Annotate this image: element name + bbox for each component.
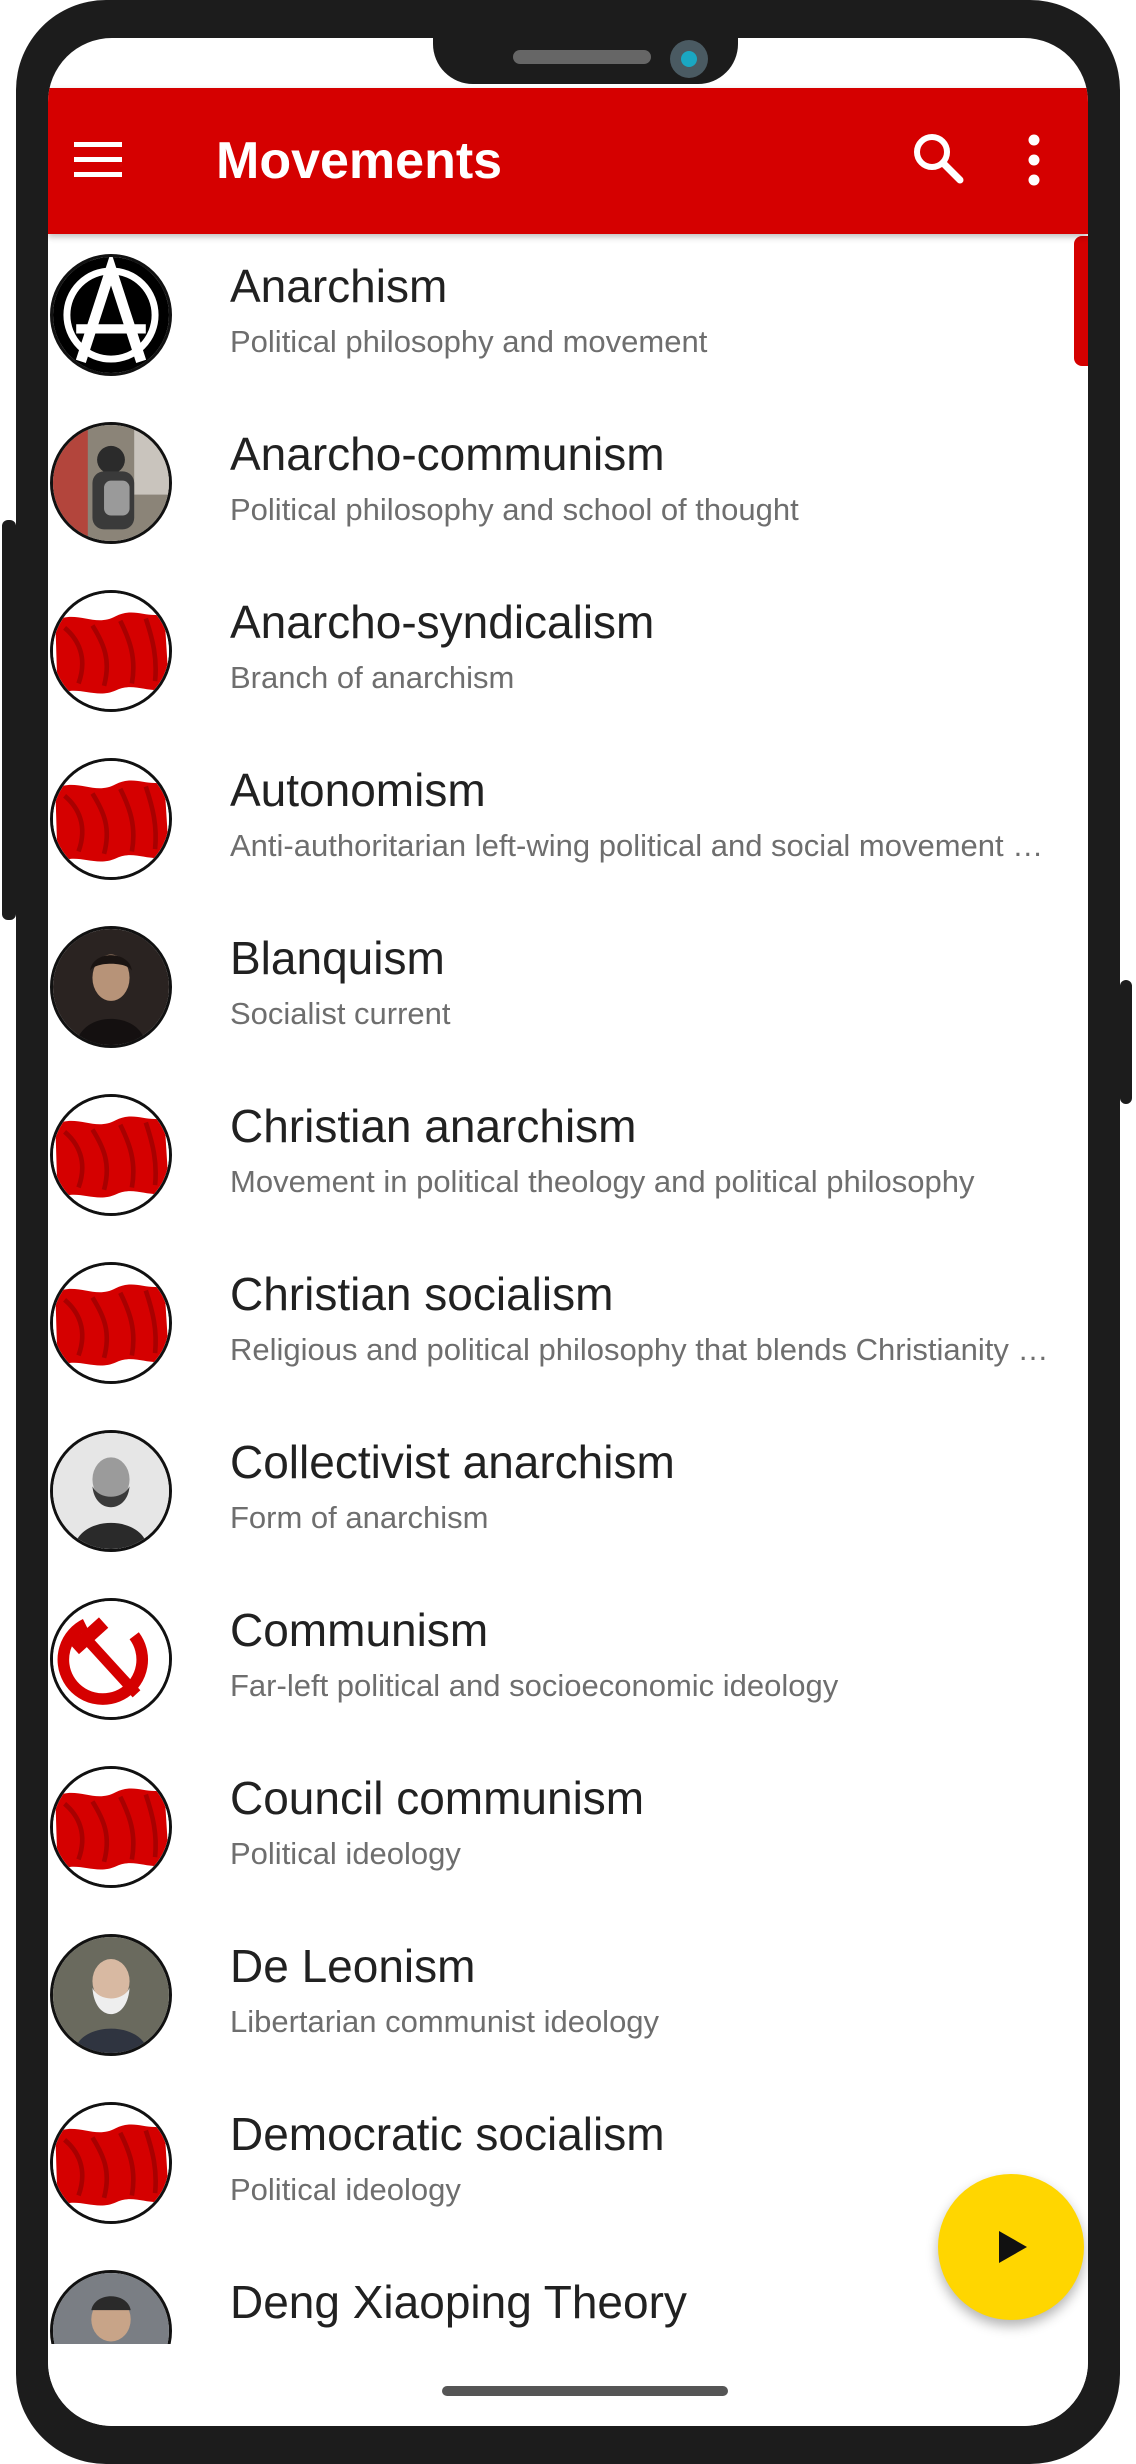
app-bar: Movements [48, 88, 1088, 234]
earpiece-speaker [513, 50, 651, 64]
item-title: Council communism [230, 1772, 645, 1824]
hamburger-menu-icon[interactable] [72, 134, 124, 186]
item-subtitle: Libertarian communist ideology [230, 2004, 660, 2039]
item-title: Autonomism [230, 764, 486, 816]
list-item[interactable]: Collectivist anarchism Form of anarchism [48, 1410, 1088, 1578]
item-subtitle: Anti-authoritarian left-wing political a… [230, 828, 1044, 863]
notch [433, 38, 738, 84]
list-item[interactable]: Christian anarchism Movement in political… [48, 1074, 1088, 1242]
item-subtitle: Political philosophy and movement [230, 324, 708, 359]
item-avatar [50, 758, 172, 880]
item-avatar [50, 1598, 172, 1720]
item-title: Anarcho-communism [230, 428, 665, 480]
list-item[interactable]: Democratic socialism Political ideology [48, 2082, 1088, 2250]
list-item[interactable]: Council communism Political ideology [48, 1746, 1088, 1914]
item-subtitle: Far-left political and socioeconomic ide… [230, 1668, 839, 1703]
bottom-safe-area [48, 2344, 1088, 2426]
item-subtitle: Political philosophy and school of thoug… [230, 492, 799, 527]
app-title: Movements [216, 132, 503, 190]
item-title: Christian anarchism [230, 1100, 637, 1152]
item-title: Democratic socialism [230, 2108, 665, 2160]
item-title: Collectivist anarchism [230, 1436, 675, 1488]
list-item[interactable]: Anarchism Political philosophy and moveme… [48, 234, 1088, 402]
item-title: Anarchism [230, 260, 448, 312]
item-title: Communism [230, 1604, 489, 1656]
list-item[interactable]: Communism Far-left political and socioeco… [48, 1578, 1088, 1746]
item-subtitle: Religious and political philosophy that … [230, 1332, 1049, 1367]
side-button-right [1120, 980, 1132, 1104]
item-avatar [50, 2102, 172, 2224]
movements-list: Anarchism Political philosophy and moveme… [48, 234, 1088, 2344]
item-avatar [50, 422, 172, 544]
item-avatar [50, 590, 172, 712]
item-avatar [50, 1262, 172, 1384]
item-subtitle: Form of anarchism [230, 1500, 489, 1535]
list-item[interactable]: Anarcho-syndicalism Branch of anarchism [48, 570, 1088, 738]
list-item[interactable]: Deng Xiaoping TheoryIdeology of Deng Xia… [48, 2250, 1088, 2344]
play-button[interactable] [938, 2174, 1084, 2320]
item-avatar [50, 1094, 172, 1216]
list-item[interactable]: Autonomism Anti-authoritarian left-wing p… [48, 738, 1088, 906]
list-item[interactable]: Blanquism Socialist current [48, 906, 1088, 1074]
play-icon [999, 2231, 1027, 2263]
item-title: De Leonism [230, 1940, 476, 1992]
item-avatar [50, 2270, 172, 2344]
item-avatar [50, 1430, 172, 1552]
more-vertical-icon[interactable] [1024, 128, 1044, 192]
item-title: Deng Xiaoping Theory [230, 2276, 687, 2328]
search-icon[interactable] [908, 128, 968, 188]
item-avatar [50, 926, 172, 1048]
screen: Movements Anarchism Political philosophy … [48, 38, 1088, 2426]
item-title: Christian socialism [230, 1268, 614, 1320]
item-title: Anarcho-syndicalism [230, 596, 655, 648]
list-item[interactable]: Christian socialism Religious and politic… [48, 1242, 1088, 1410]
item-subtitle: Political ideology [230, 1836, 461, 1871]
item-title: Blanquism [230, 932, 445, 984]
item-subtitle: Political ideology [230, 2172, 461, 2207]
list-item[interactable]: Anarcho-communism Political philosophy an… [48, 402, 1088, 570]
item-avatar [50, 1934, 172, 2056]
item-avatar [50, 254, 172, 376]
list-item[interactable]: De Leonism Libertarian communist ideology [48, 1914, 1088, 2082]
front-camera [670, 40, 708, 78]
phone-frame: Movements Anarchism Political philosophy … [2, 0, 1132, 2464]
home-indicator[interactable] [442, 2386, 728, 2396]
item-subtitle: Socialist current [230, 996, 451, 1031]
item-avatar [50, 1766, 172, 1888]
item-subtitle: Movement in political theology and polit… [230, 1164, 975, 1199]
item-subtitle: Branch of anarchism [230, 660, 515, 695]
side-button-left [2, 520, 16, 920]
scrollbar-thumb[interactable] [1074, 236, 1088, 366]
